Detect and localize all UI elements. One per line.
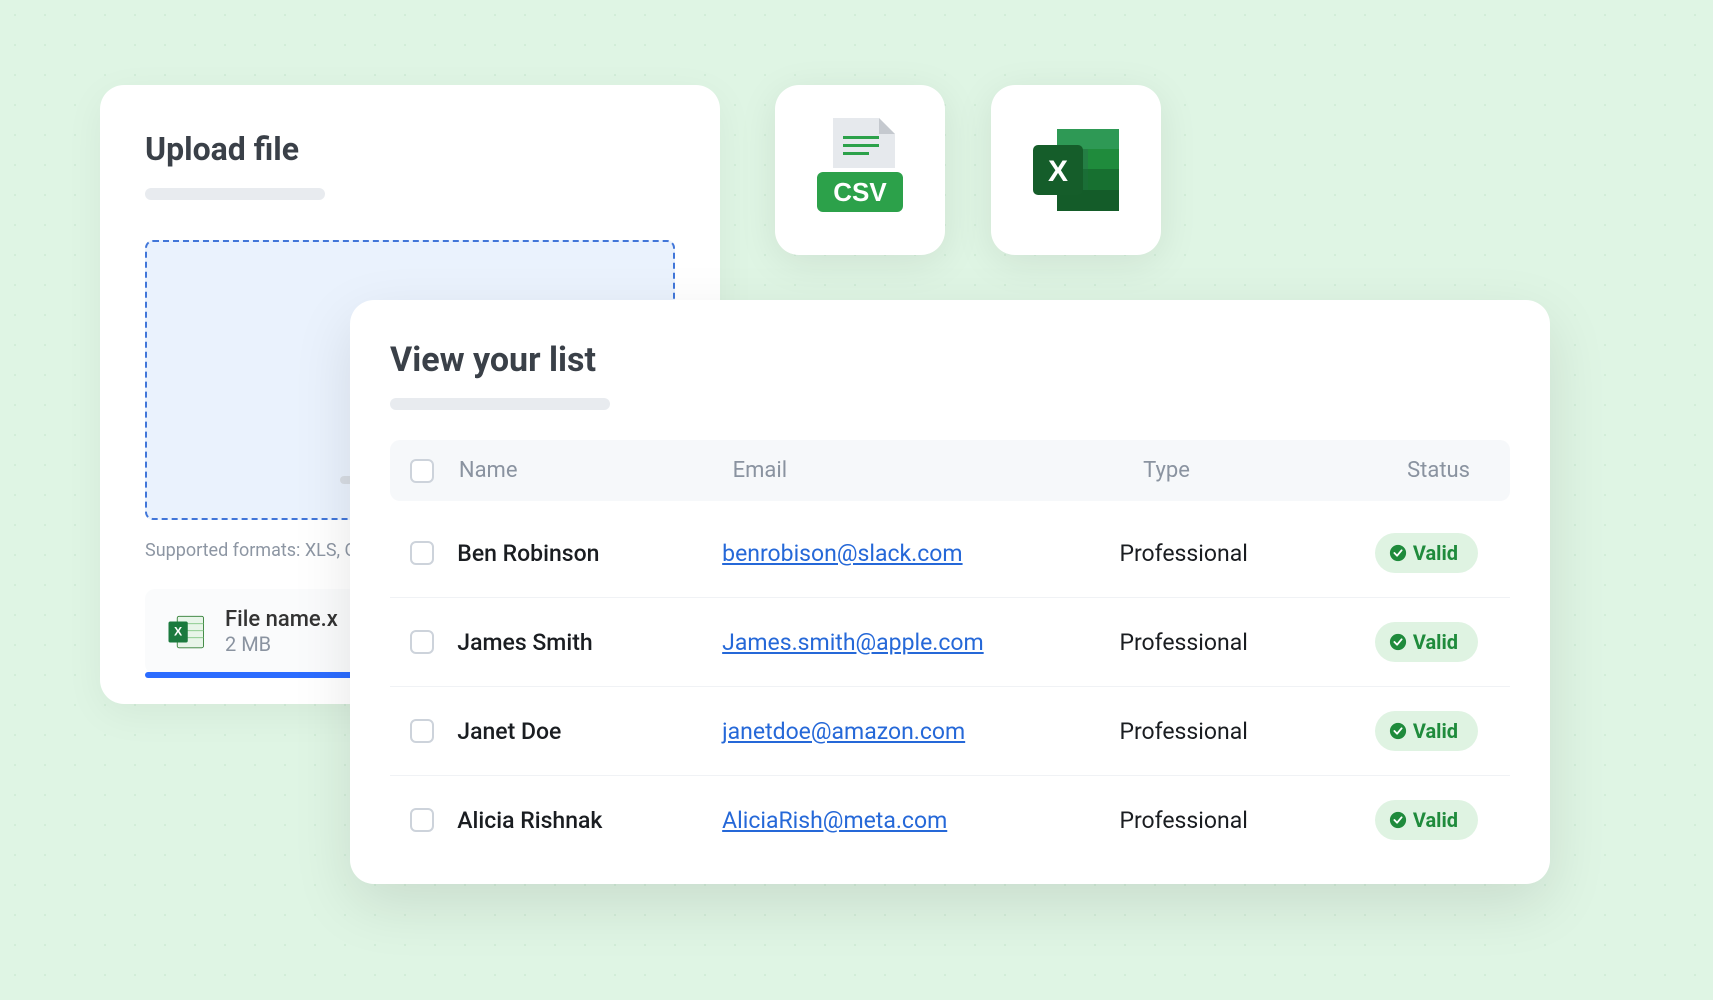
- format-icon-group: CSV X: [775, 85, 1161, 255]
- row-type: Professional: [1119, 718, 1374, 745]
- file-size: 2 MB: [225, 632, 338, 656]
- list-subtitle-placeholder: [390, 398, 610, 410]
- status-badge: Valid: [1375, 622, 1478, 662]
- check-circle-icon: [1389, 633, 1407, 651]
- row-checkbox[interactable]: [410, 808, 434, 832]
- select-all-checkbox[interactable]: [410, 459, 434, 483]
- list-title: View your list: [390, 340, 1510, 380]
- status-badge: Valid: [1375, 533, 1478, 573]
- row-email-link[interactable]: benrobison@slack.com: [722, 540, 962, 567]
- file-name: File name.x: [225, 607, 338, 632]
- row-email-link[interactable]: janetdoe@amazon.com: [722, 718, 965, 745]
- table-row: Alicia RishnakAliciaRish@meta.com Profess…: [390, 776, 1510, 864]
- row-name: Ben Robinson: [457, 540, 722, 567]
- csv-format-card: CSV: [775, 85, 945, 255]
- table-body: Ben Robinsonbenrobison@slack.com Professi…: [390, 509, 1510, 864]
- status-badge: Valid: [1375, 800, 1478, 840]
- row-email-link[interactable]: James.smith@apple.com: [722, 629, 984, 656]
- table-row: James SmithJames.smith@apple.com Professi…: [390, 598, 1510, 687]
- csv-file-icon: CSV: [805, 110, 915, 230]
- table-row: Ben Robinsonbenrobison@slack.com Professi…: [390, 509, 1510, 598]
- row-checkbox[interactable]: [410, 719, 434, 743]
- file-info: File name.x 2 MB: [225, 607, 338, 656]
- status-badge: Valid: [1375, 711, 1478, 751]
- check-circle-icon: [1389, 544, 1407, 562]
- view-list-card: View your list Name Email Type Status Be…: [350, 300, 1550, 884]
- row-name: Alicia Rishnak: [457, 807, 722, 834]
- status-text: Valid: [1413, 630, 1458, 654]
- table-header-row: Name Email Type Status: [390, 440, 1510, 501]
- column-header-name: Name: [459, 458, 733, 483]
- row-type: Professional: [1119, 807, 1374, 834]
- excel-file-icon: X: [165, 611, 207, 653]
- svg-text:CSV: CSV: [833, 177, 887, 207]
- column-header-status: Status: [1407, 458, 1490, 483]
- row-type: Professional: [1119, 629, 1374, 656]
- column-header-type: Type: [1143, 458, 1407, 483]
- status-text: Valid: [1413, 541, 1458, 565]
- upload-title: Upload file: [145, 130, 675, 168]
- check-circle-icon: [1389, 811, 1407, 829]
- row-name: Janet Doe: [457, 718, 722, 745]
- svg-text:X: X: [1048, 155, 1068, 188]
- row-email-link[interactable]: AliciaRish@meta.com: [722, 807, 947, 834]
- status-text: Valid: [1413, 719, 1458, 743]
- column-header-email: Email: [733, 458, 1144, 483]
- table-row: Janet Doejanetdoe@amazon.com Professional…: [390, 687, 1510, 776]
- row-name: James Smith: [457, 629, 722, 656]
- row-checkbox[interactable]: [410, 630, 434, 654]
- excel-format-card: X: [991, 85, 1161, 255]
- check-circle-icon: [1389, 722, 1407, 740]
- svg-text:X: X: [174, 624, 183, 638]
- row-type: Professional: [1119, 540, 1374, 567]
- status-text: Valid: [1413, 808, 1458, 832]
- excel-app-icon: X: [1021, 115, 1131, 225]
- upload-subtitle-placeholder: [145, 188, 325, 200]
- row-checkbox[interactable]: [410, 541, 434, 565]
